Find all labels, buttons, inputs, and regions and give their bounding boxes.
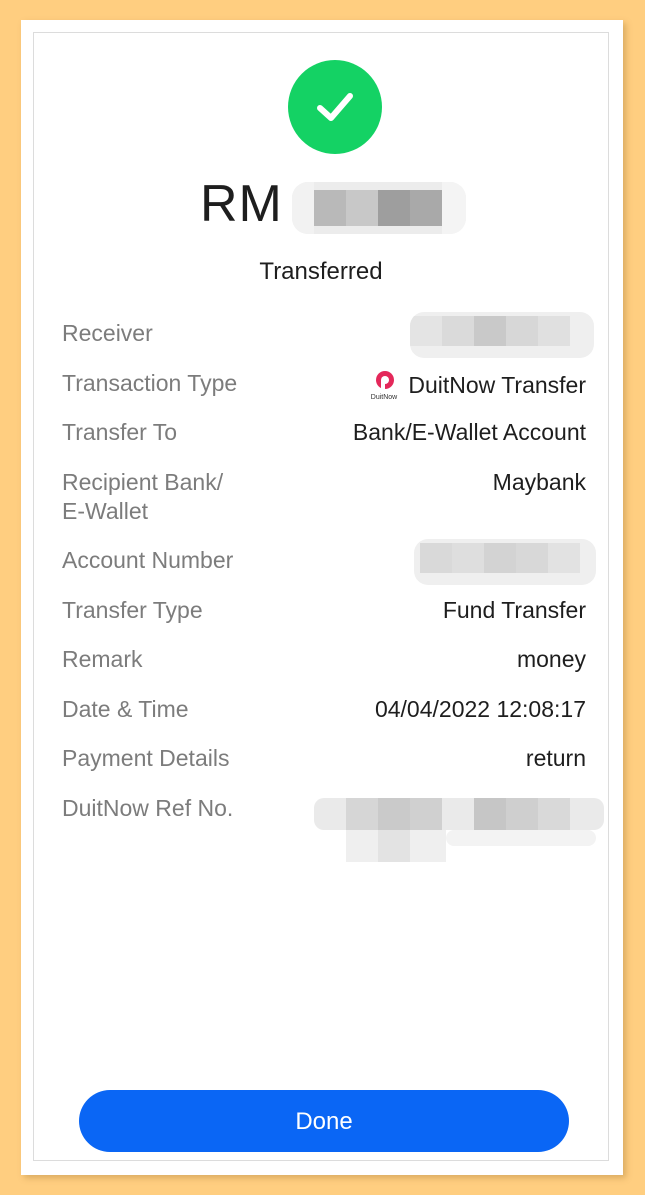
row-date-time: Date & Time 04/04/2022 12:08:17 — [62, 695, 586, 735]
row-ref-number: DuitNow Ref No. — [62, 794, 604, 874]
transfer-to-value: Bank/E-Wallet Account — [352, 419, 586, 445]
row-receiver: Receiver — [62, 312, 594, 359]
receiver-redacted — [410, 312, 594, 358]
account-number-redacted — [414, 539, 596, 585]
recipient-bank-label-line1: Recipient Bank/ — [62, 469, 224, 495]
row-account-number: Account Number — [62, 539, 596, 586]
receipt-card: RM Transferred Receiver Transaction Type… — [21, 20, 623, 1175]
success-check-icon — [288, 60, 382, 154]
transaction-type-text: DuitNow Transfer — [408, 371, 586, 398]
duitnow-logo-icon: DuitNow — [368, 369, 400, 401]
transfer-type-value: Fund Transfer — [442, 597, 586, 623]
row-transaction-type: Transaction Type DuitNow DuitNow Transfe… — [62, 369, 586, 409]
transfer-to-label: Transfer To — [62, 419, 178, 445]
row-recipient-bank: Recipient Bank/ E-Wallet Maybank — [62, 468, 586, 528]
currency-label: RM — [200, 175, 283, 233]
transaction-type-label: Transaction Type — [62, 370, 238, 396]
receiver-label: Receiver — [62, 320, 153, 346]
remark-label: Remark — [62, 646, 143, 672]
receipt-panel: RM Transferred Receiver Transaction Type… — [33, 32, 609, 1161]
svg-text:DuitNow: DuitNow — [371, 394, 398, 401]
transfer-type-label: Transfer Type — [62, 597, 203, 623]
payment-details-value: return — [525, 745, 586, 771]
ref-number-redacted — [314, 798, 604, 862]
recipient-bank-value: Maybank — [492, 469, 586, 495]
payment-details-label: Payment Details — [62, 745, 230, 771]
row-payment-details: Payment Details return — [62, 744, 586, 784]
transaction-type-value: DuitNow DuitNow Transfer — [368, 369, 586, 401]
account-number-label: Account Number — [62, 547, 234, 573]
amount-redacted — [292, 182, 466, 234]
row-remark: Remark money — [62, 645, 586, 685]
row-transfer-to: Transfer To Bank/E-Wallet Account — [62, 418, 586, 458]
date-time-value: 04/04/2022 12:08:17 — [374, 696, 586, 722]
amount-row: RM — [34, 172, 608, 236]
recipient-bank-label: Recipient Bank/ E-Wallet — [62, 468, 312, 526]
date-time-label: Date & Time — [62, 696, 189, 722]
ref-number-label: DuitNow Ref No. — [62, 795, 234, 821]
transfer-status: Transferred — [259, 258, 383, 285]
row-transfer-type: Transfer Type Fund Transfer — [62, 596, 586, 636]
remark-value: money — [516, 646, 586, 672]
done-button[interactable]: Done — [79, 1090, 569, 1152]
recipient-bank-label-line2: E-Wallet — [62, 498, 149, 524]
